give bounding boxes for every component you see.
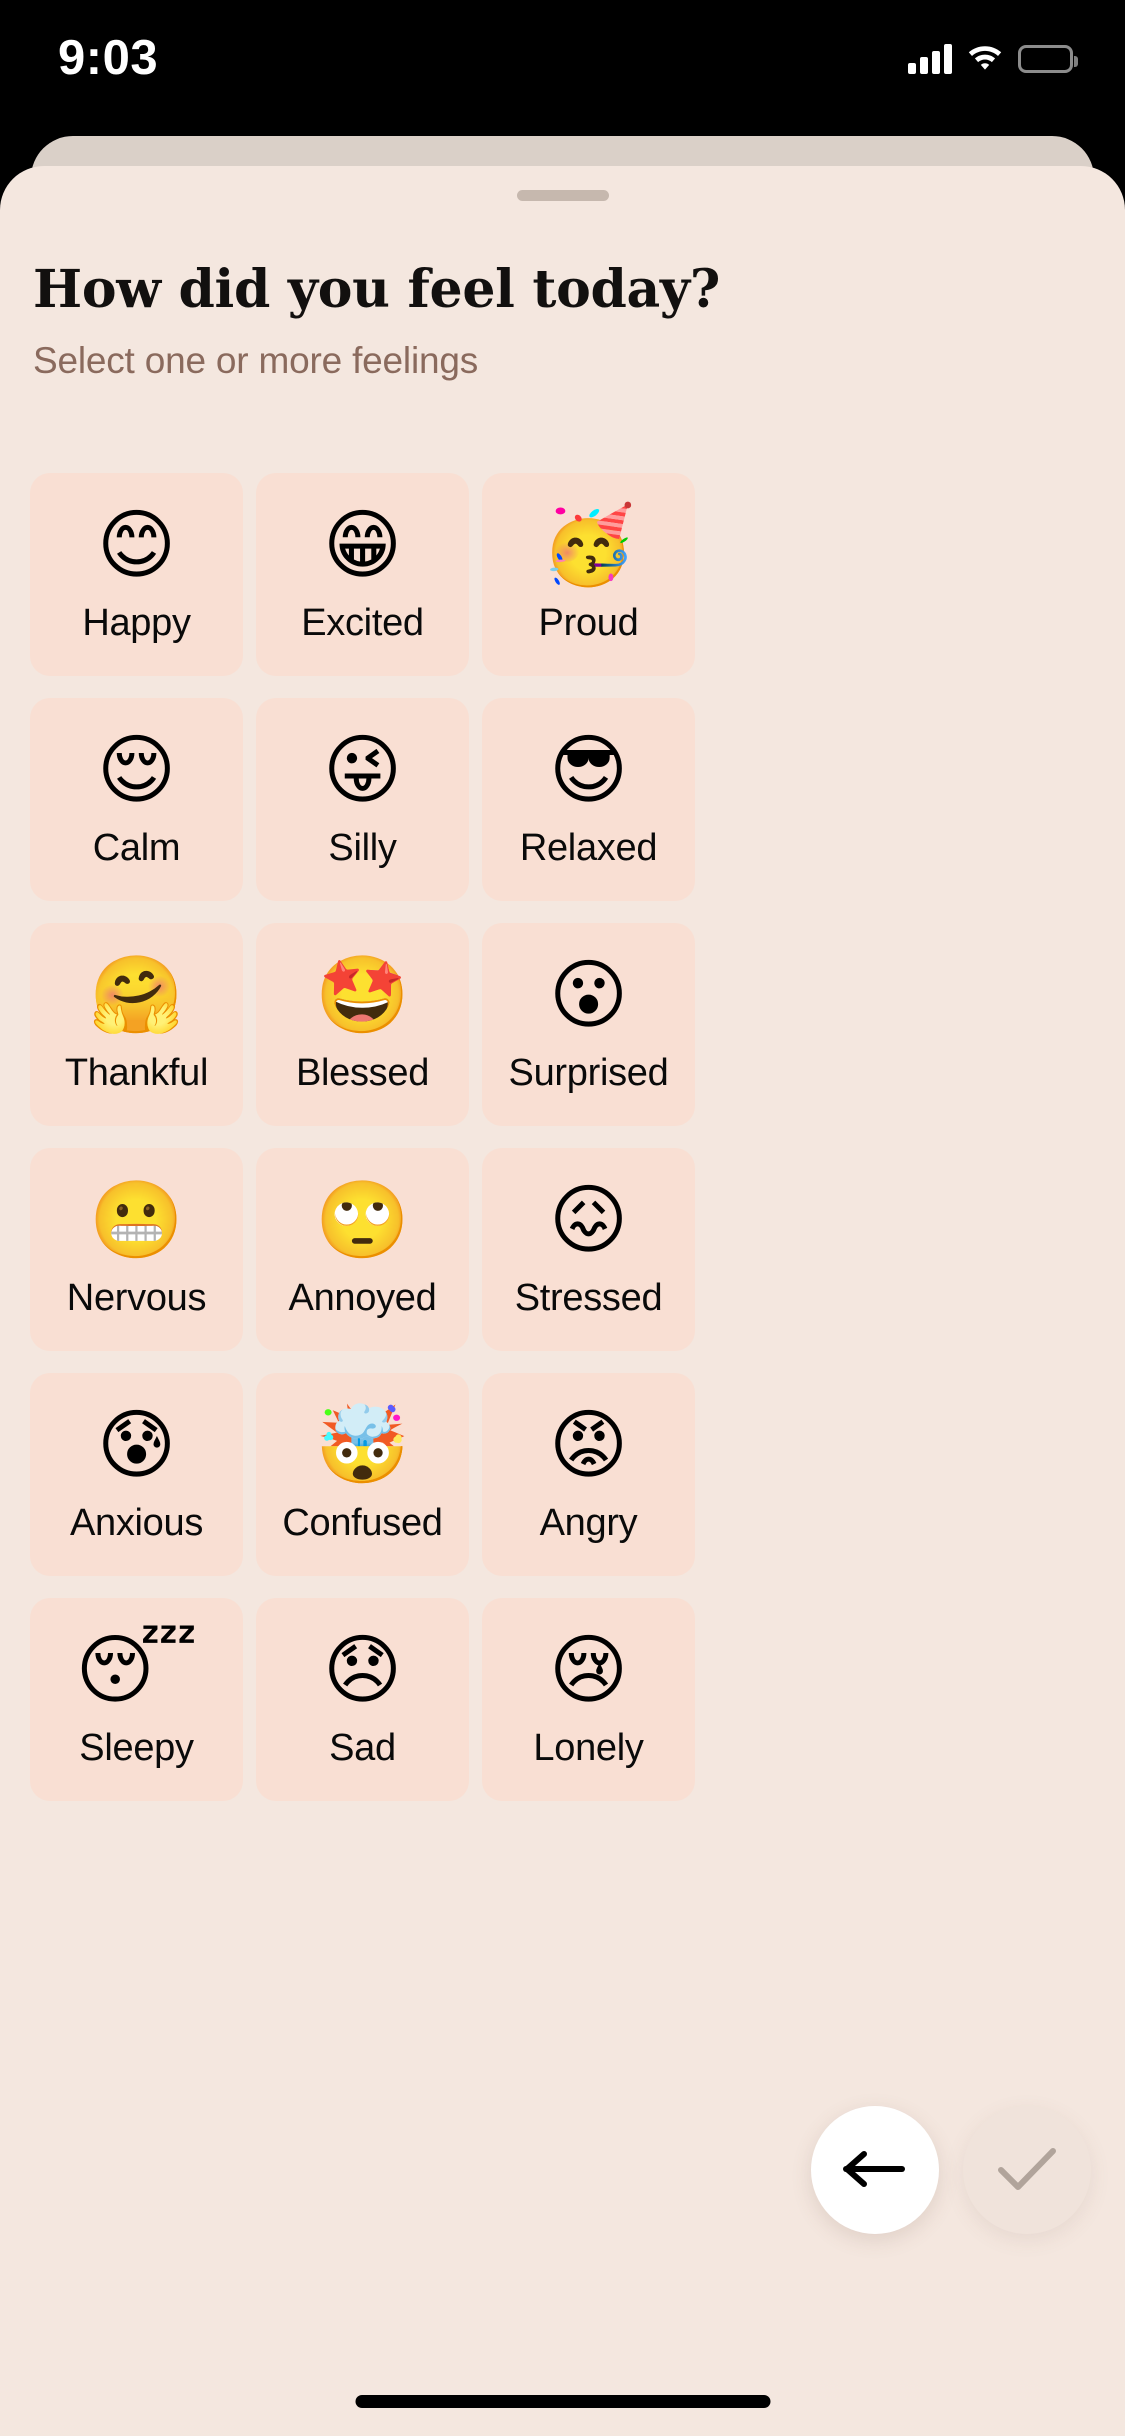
feelings-grid: 😊 Happy 😁 Excited 🥳 Proud 😌 Calm 😜 Silly 😎 Relaxed 🤗… (30, 473, 1095, 1801)
back-button[interactable] (811, 2106, 939, 2234)
smiling-face-with-sunglasses-icon: 😎 (548, 728, 629, 813)
wifi-icon (966, 42, 1004, 75)
sheet-header: How did you feel today? Select one or mo… (33, 261, 1033, 382)
feeling-card-annoyed[interactable]: 🙄 Annoyed (256, 1148, 469, 1351)
beaming-face-with-smiling-eyes-icon: 😁 (322, 503, 403, 588)
feeling-card-happy[interactable]: 😊 Happy (30, 473, 243, 676)
feeling-label: Stressed (514, 1277, 663, 1319)
sheet-action-buttons (811, 2106, 1091, 2234)
phone-screen: 9:03 How did you feel today? Select one … (0, 0, 1125, 2436)
confounded-face-icon: 😖 (548, 1178, 629, 1263)
feeling-card-confused[interactable]: 🤯 Confused (256, 1373, 469, 1576)
feeling-label: Proud (538, 602, 639, 644)
feeling-card-blessed[interactable]: 🤩 Blessed (256, 923, 469, 1126)
feeling-label: Nervous (66, 1277, 207, 1319)
pouting-face-icon: 😡 (548, 1403, 629, 1488)
face-with-rolling-eyes-icon: 🙄 (315, 1178, 410, 1263)
feeling-card-excited[interactable]: 😁 Excited (256, 473, 469, 676)
feeling-label: Calm (92, 827, 181, 869)
checkmark-icon (996, 2145, 1058, 2196)
feeling-card-sleepy[interactable]: 😴 Sleepy (30, 1598, 243, 1801)
relieved-face-icon: 😌 (96, 728, 177, 813)
smiling-face-with-smiling-eyes-icon: 😊 (96, 503, 177, 588)
sleeping-face-icon: 😴 (75, 1628, 198, 1713)
page-subtitle: Select one or more feelings (33, 340, 479, 382)
feeling-label: Angry (539, 1502, 638, 1544)
winking-face-with-tongue-icon: 😜 (322, 728, 403, 813)
feeling-label: Thankful (64, 1052, 209, 1094)
star-struck-icon: 🤩 (315, 953, 410, 1038)
crying-face-icon: 😢 (548, 1628, 629, 1713)
exploding-head-icon: 🤯 (315, 1403, 410, 1488)
feeling-card-sad[interactable]: 😞 Sad (256, 1598, 469, 1801)
feeling-card-nervous[interactable]: 😬 Nervous (30, 1148, 243, 1351)
feeling-label: Lonely (533, 1727, 644, 1769)
sheet-grabber[interactable] (516, 190, 609, 201)
feeling-label: Confused (282, 1502, 443, 1544)
feeling-card-silly[interactable]: 😜 Silly (256, 698, 469, 901)
feeling-card-anxious[interactable]: 😰 Anxious (30, 1373, 243, 1576)
feeling-card-angry[interactable]: 😡 Angry (482, 1373, 695, 1576)
feelings-sheet: How did you feel today? Select one or mo… (0, 166, 1125, 2436)
feeling-card-calm[interactable]: 😌 Calm (30, 698, 243, 901)
feeling-label: Anxious (69, 1502, 204, 1544)
feeling-label: Annoyed (288, 1277, 437, 1319)
page-title: How did you feel today? (33, 259, 721, 320)
hugging-face-icon: 🤗 (89, 953, 184, 1038)
feeling-label: Excited (301, 602, 424, 644)
confirm-button[interactable] (963, 2106, 1091, 2234)
feeling-card-lonely[interactable]: 😢 Lonely (482, 1598, 695, 1801)
feeling-card-surprised[interactable]: 😮 Surprised (482, 923, 695, 1126)
partying-face-icon: 🥳 (541, 503, 636, 588)
status-bar-indicators (908, 42, 1078, 75)
battery-full-icon (1018, 44, 1078, 73)
feeling-label: Surprised (508, 1052, 669, 1094)
status-bar-time: 9:03 (58, 31, 159, 85)
disappointed-face-icon: 😞 (322, 1628, 403, 1713)
face-with-open-mouth-icon: 😮 (548, 953, 629, 1038)
feeling-label: Sleepy (79, 1727, 194, 1769)
arrow-left-icon (842, 2146, 908, 2195)
feeling-card-proud[interactable]: 🥳 Proud (482, 473, 695, 676)
anxious-face-with-sweat-icon: 😰 (96, 1403, 177, 1488)
feeling-label: Sad (329, 1727, 396, 1769)
grimacing-face-icon: 😬 (89, 1178, 184, 1263)
feeling-card-stressed[interactable]: 😖 Stressed (482, 1148, 695, 1351)
feeling-label: Happy (82, 602, 191, 644)
home-indicator[interactable] (355, 2395, 770, 2408)
signal-bars-icon (908, 43, 952, 74)
feeling-label: Relaxed (519, 827, 658, 869)
status-bar: 9:03 (0, 0, 1125, 132)
feeling-label: Blessed (295, 1052, 430, 1094)
feeling-card-relaxed[interactable]: 😎 Relaxed (482, 698, 695, 901)
feeling-card-thankful[interactable]: 🤗 Thankful (30, 923, 243, 1126)
feeling-label: Silly (328, 827, 397, 869)
